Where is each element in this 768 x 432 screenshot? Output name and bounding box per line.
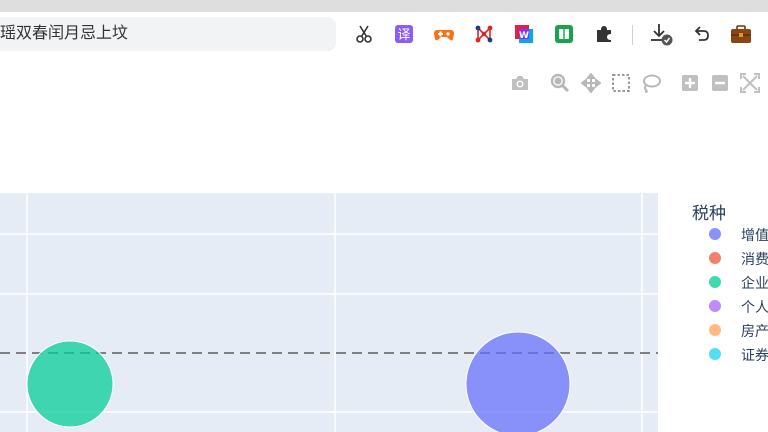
- legend-marker: [709, 228, 721, 240]
- legend-item[interactable]: 消费: [708, 248, 768, 268]
- legend-marker: [709, 276, 721, 288]
- legend-item[interactable]: 企业: [708, 272, 768, 292]
- legend-item[interactable]: 证券: [708, 344, 768, 364]
- bubble-marker[interactable]: [465, 331, 571, 432]
- legend-title: 税种: [692, 204, 726, 223]
- legend-label: 企业: [741, 275, 768, 291]
- legend-label: 证券: [741, 347, 768, 363]
- legend-marker: [709, 324, 721, 336]
- legend-label: 增值: [741, 227, 768, 243]
- legend-label: 房产: [741, 323, 768, 339]
- legend-item[interactable]: 个人: [708, 296, 768, 316]
- legend-item[interactable]: 增值: [708, 224, 768, 244]
- legend-item[interactable]: 房产: [708, 320, 768, 340]
- legend-marker: [709, 348, 721, 360]
- legend-label: 个人: [741, 299, 768, 315]
- chart-svg: [0, 193, 658, 432]
- legend-marker: [709, 300, 721, 312]
- legend-label: 消费: [741, 251, 768, 267]
- legend-marker: [709, 252, 721, 264]
- bubble-marker[interactable]: [26, 340, 114, 428]
